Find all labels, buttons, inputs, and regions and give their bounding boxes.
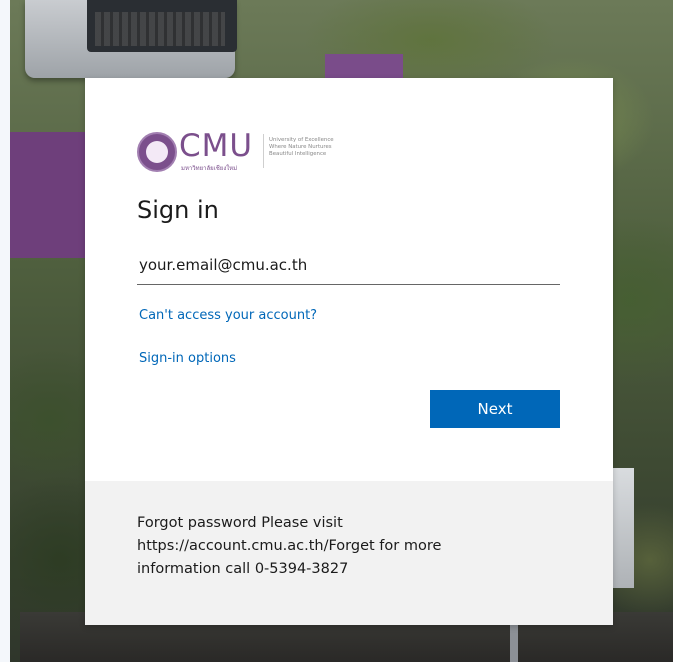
logo-tagline: University of Excellence Where Nature Nu… bbox=[269, 137, 334, 157]
background-light-strip bbox=[612, 468, 634, 588]
footer-line-2: https://account.cmu.ac.th/Forget for mor… bbox=[137, 538, 442, 554]
sign-in-options-link[interactable]: Sign-in options bbox=[139, 351, 236, 366]
sign-in-form: CMU มหาวิทยาลัยเชียงใหม่ University of E… bbox=[85, 78, 613, 481]
logo-subtitle: มหาวิทยาลัยเชียงใหม่ bbox=[181, 165, 238, 172]
background-laptop-keys bbox=[95, 12, 225, 46]
cmu-logo: CMU มหาวิทยาลัยเชียงใหม่ University of E… bbox=[137, 128, 347, 174]
cmu-seal-inner bbox=[146, 141, 168, 163]
footer-line-1: Forgot password Please visit bbox=[137, 515, 343, 531]
logo-divider bbox=[263, 134, 264, 168]
background-purple-block bbox=[10, 132, 85, 258]
sign-in-card: CMU มหาวิทยาลัยเชียงใหม่ University of E… bbox=[85, 78, 613, 625]
page-title: Sign in bbox=[137, 196, 219, 224]
footer-line-3: information call 0-5394-3827 bbox=[137, 561, 349, 577]
forgot-password-footer: Forgot password Please visit https://acc… bbox=[85, 481, 613, 625]
cmu-seal-icon bbox=[137, 132, 177, 172]
background-purple-block-top bbox=[325, 54, 403, 78]
cant-access-account-link[interactable]: Can't access your account? bbox=[139, 308, 317, 323]
logo-text: CMU bbox=[179, 128, 254, 164]
next-button[interactable]: Next bbox=[430, 390, 560, 428]
background-laptop bbox=[25, 0, 237, 78]
email-field[interactable] bbox=[137, 248, 560, 285]
footer-text: Forgot password Please visit https://acc… bbox=[137, 512, 537, 581]
background-pole bbox=[510, 620, 518, 662]
